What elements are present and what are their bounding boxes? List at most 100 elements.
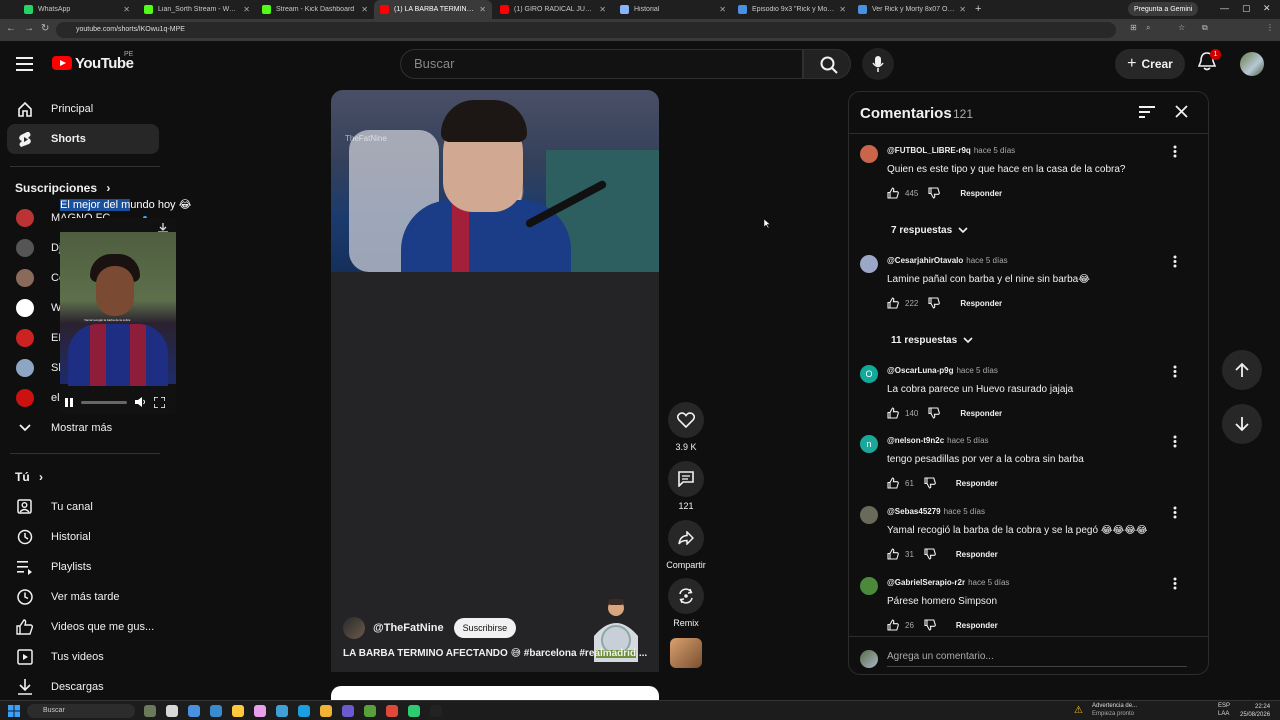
- forward-icon[interactable]: →: [24, 23, 34, 34]
- commenter-avatar[interactable]: [860, 506, 878, 524]
- browser-tab[interactable]: Ver Rick y Morty 8x07 Online H... ✕: [852, 0, 972, 19]
- hamburger-menu-icon[interactable]: [16, 57, 33, 71]
- video-title[interactable]: LA BARBA TERMINO AFECTANDO 😅 #barcelona …: [343, 648, 648, 659]
- thumb-up-icon[interactable]: [887, 297, 899, 309]
- reply-button[interactable]: Responder: [960, 409, 1002, 418]
- file-explorer-icon[interactable]: [188, 705, 200, 717]
- thumb-down-icon[interactable]: [924, 619, 936, 631]
- pause-icon[interactable]: [65, 397, 73, 407]
- keyboard-layout[interactable]: LAA: [1218, 711, 1229, 717]
- notifications-button[interactable]: 1: [1197, 49, 1222, 75]
- next-short-button[interactable]: [1222, 404, 1262, 444]
- steam-icon[interactable]: [210, 705, 222, 717]
- show-more-button[interactable]: Mostrar más: [7, 413, 159, 443]
- folder-icon[interactable]: [320, 705, 332, 717]
- warning-icon[interactable]: ⚠: [1074, 705, 1083, 716]
- zoom-icon[interactable]: ⌕: [1146, 23, 1150, 33]
- sidebar-item-history[interactable]: Historial: [7, 522, 159, 552]
- view-replies-button[interactable]: 11 respuestas: [891, 335, 973, 346]
- language-code[interactable]: ESP: [1218, 703, 1230, 709]
- app-icon[interactable]: [364, 705, 376, 717]
- more-options-icon[interactable]: [1173, 577, 1177, 590]
- volume-icon[interactable]: [135, 397, 146, 407]
- browser-tab[interactable]: Lian_Sorth Stream - Watch Live ✕: [138, 0, 256, 19]
- thumb-up-icon[interactable]: [887, 619, 899, 631]
- sidebar-item-playlist[interactable]: Playlists: [7, 552, 159, 582]
- system-clock[interactable]: 22:24 25/08/2026: [1240, 703, 1270, 719]
- original-audio-thumbnail[interactable]: [670, 638, 702, 668]
- gemini-button[interactable]: Pregunta a Gemini: [1128, 2, 1199, 16]
- maximize-icon[interactable]: ▢: [1242, 3, 1251, 14]
- tab-close-icon[interactable]: ✕: [123, 5, 130, 14]
- reply-button[interactable]: Responder: [956, 550, 998, 559]
- tab-close-icon[interactable]: ✕: [361, 5, 368, 14]
- subscribe-button[interactable]: Suscribirse: [453, 618, 517, 638]
- url-field[interactable]: youtube.com/shorts/lKOwu1q-MPE: [56, 22, 1116, 38]
- sidebar-item-thumb-up[interactable]: Videos que me gus...: [7, 612, 159, 642]
- short-video-player[interactable]: TheFatNine: [331, 90, 659, 672]
- subscriptions-heading[interactable]: Suscripciones ›: [15, 181, 110, 195]
- tab-close-icon[interactable]: ✕: [599, 5, 606, 14]
- thumb-up-icon[interactable]: [887, 407, 899, 419]
- tab-close-icon[interactable]: ✕: [959, 5, 966, 14]
- browser-tab[interactable]: Episodio 9x3 "Rick y Morty" ✕: [732, 0, 852, 19]
- thumb-down-icon[interactable]: [928, 407, 941, 419]
- tab-close-icon[interactable]: ✕: [839, 5, 846, 14]
- search-input[interactable]: Buscar: [400, 49, 803, 79]
- voice-search-button[interactable]: [862, 48, 894, 80]
- thumb-up-icon[interactable]: [887, 187, 899, 199]
- sort-icon[interactable]: [1139, 106, 1155, 118]
- comment-input[interactable]: Agrega un comentario...: [887, 651, 1187, 667]
- more-options-icon[interactable]: [1173, 255, 1177, 268]
- browser-tab[interactable]: (1) GIRO RADICAL JULIÁN...✕: [494, 0, 612, 19]
- user-avatar[interactable]: [1240, 52, 1264, 76]
- commenter-avatar[interactable]: O: [860, 365, 878, 383]
- you-heading[interactable]: Tú ›: [15, 470, 43, 484]
- comment-author[interactable]: @nelson-t9n2c hace 5 días: [887, 436, 989, 445]
- reply-button[interactable]: Responder: [956, 621, 998, 630]
- more-options-icon[interactable]: [1173, 145, 1177, 158]
- previous-short-button[interactable]: [1222, 350, 1262, 390]
- browser-tab[interactable]: (1) LA BARBA TERMINO AFEC... ✕: [374, 0, 492, 19]
- thumb-down-icon[interactable]: [924, 477, 936, 489]
- comment-author[interactable]: @CesarjahirOtavalo hace 5 días: [887, 256, 1008, 265]
- next-short-preview[interactable]: [331, 686, 659, 700]
- windows-start-icon[interactable]: [8, 705, 20, 717]
- sidebar-item-video[interactable]: Tus videos: [7, 642, 159, 672]
- translate-icon[interactable]: ⊞: [1130, 23, 1137, 32]
- commenter-avatar[interactable]: [860, 145, 878, 163]
- tab-close-icon[interactable]: ✕: [719, 5, 726, 14]
- task-view-icon[interactable]: [166, 705, 178, 717]
- create-button[interactable]: + Crear: [1115, 49, 1185, 79]
- remix-button[interactable]: Remix: [668, 578, 704, 628]
- more-options-icon[interactable]: [1173, 506, 1177, 519]
- edge-icon[interactable]: [276, 705, 288, 717]
- sidebar-item-download[interactable]: Descargas: [7, 672, 159, 702]
- minimize-icon[interactable]: —: [1220, 3, 1229, 13]
- like-button[interactable]: 3.9 K: [668, 402, 704, 452]
- browser-tab[interactable]: WhatsApp ✕: [18, 0, 136, 19]
- view-replies-button[interactable]: 7 respuestas: [891, 225, 968, 236]
- comments-button[interactable]: 121: [668, 461, 704, 511]
- thumb-up-icon[interactable]: [887, 477, 899, 489]
- taskbar-search[interactable]: Buscar: [27, 704, 135, 718]
- app-icon[interactable]: [254, 705, 266, 717]
- tab-close-icon[interactable]: ✕: [243, 5, 250, 14]
- more-options-icon[interactable]: [1173, 365, 1177, 378]
- channel-avatar[interactable]: [343, 617, 365, 639]
- sidebar-item-clock[interactable]: Ver más tarde: [7, 582, 159, 612]
- commenter-avatar[interactable]: [860, 577, 878, 595]
- reply-button[interactable]: Responder: [956, 479, 998, 488]
- sidebar-item-channel[interactable]: Tu canal: [7, 492, 159, 522]
- channel-handle[interactable]: @TheFatNine: [373, 622, 444, 634]
- window-close-icon[interactable]: ✕: [1263, 3, 1271, 14]
- back-icon[interactable]: ←: [6, 23, 16, 34]
- youtube-logo-icon[interactable]: [52, 56, 72, 70]
- reload-icon[interactable]: ↻: [41, 23, 49, 34]
- tab-close-icon[interactable]: ✕: [479, 5, 486, 14]
- bookmark-star-icon[interactable]: ☆: [1178, 23, 1185, 32]
- comment-author[interactable]: @Sebas45279 hace 5 días: [887, 507, 985, 516]
- app-icon[interactable]: [342, 705, 354, 717]
- browser-menu-icon[interactable]: ⋮: [1266, 23, 1274, 32]
- new-tab-icon[interactable]: +: [975, 3, 981, 15]
